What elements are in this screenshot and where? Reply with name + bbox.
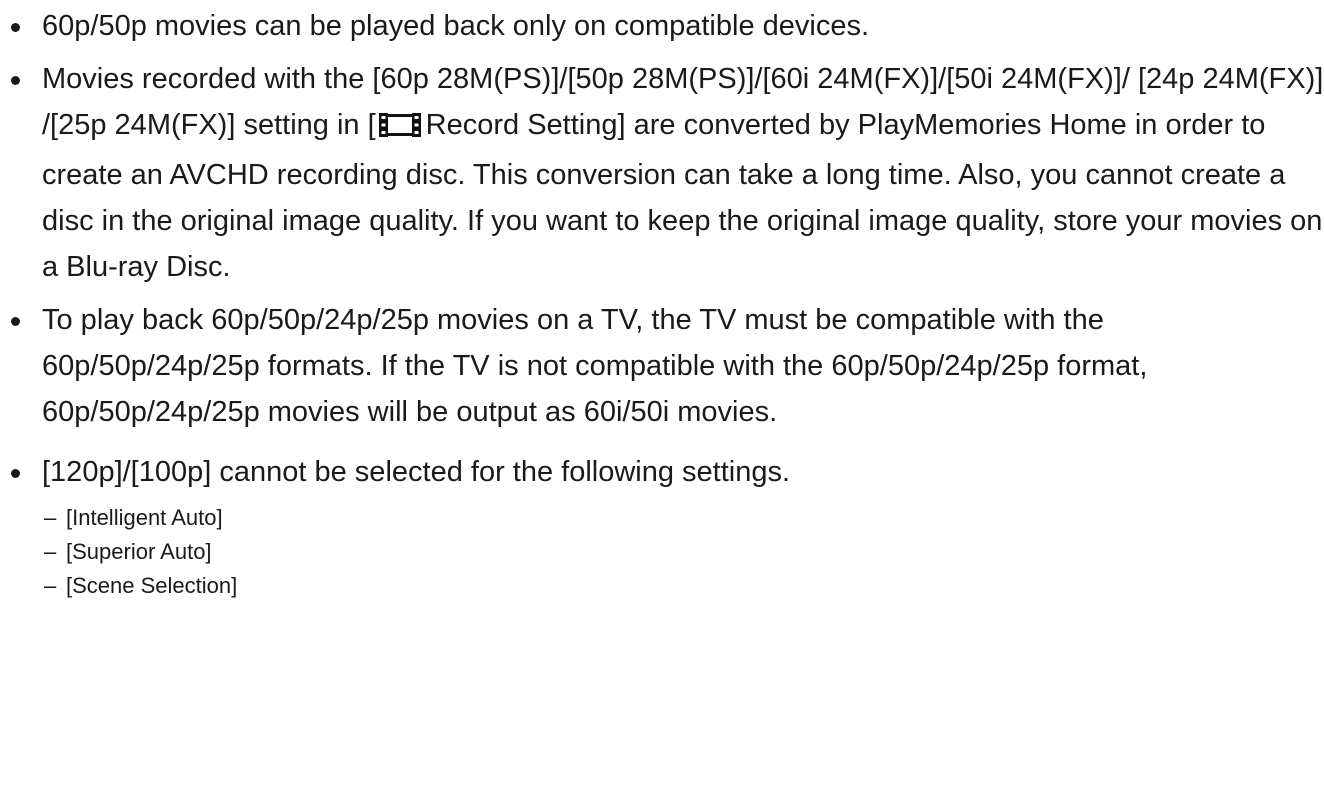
dash-marker: –: [44, 573, 57, 598]
sub-item-intelligent-auto: – [Intelligent Auto]: [42, 501, 1324, 535]
restricted-settings-list: – [Intelligent Auto] – [Superior Auto] –…: [42, 501, 1324, 603]
movie-film-icon: [377, 106, 422, 152]
sub-item-label: [Scene Selection]: [66, 573, 238, 598]
note-text: 60p/50p movies can be played back only o…: [42, 10, 870, 42]
dash-marker: –: [44, 539, 57, 564]
sub-item-superior-auto: – [Superior Auto]: [42, 535, 1324, 569]
note-120p-restriction: [120p]/[100p] cannot be selected for the…: [0, 449, 1324, 603]
note-record-setting-conversion: Movies recorded with the [60p 28M(PS)]/[…: [0, 56, 1324, 290]
sub-item-label: [Superior Auto]: [66, 539, 212, 564]
notes-list: 60p/50p movies can be played back only o…: [0, 0, 1324, 610]
sub-item-scene-selection: – [Scene Selection]: [42, 569, 1324, 603]
note-text: [120p]/[100p] cannot be selected for the…: [42, 456, 791, 488]
sub-item-label: [Intelligent Auto]: [66, 505, 223, 530]
note-tv-playback: To play back 60p/50p/24p/25p movies on a…: [0, 297, 1324, 435]
dash-marker: –: [44, 505, 57, 530]
note-text: To play back 60p/50p/24p/25p movies on a…: [42, 304, 1148, 428]
note-compatible-devices: 60p/50p movies can be played back only o…: [0, 3, 1324, 49]
